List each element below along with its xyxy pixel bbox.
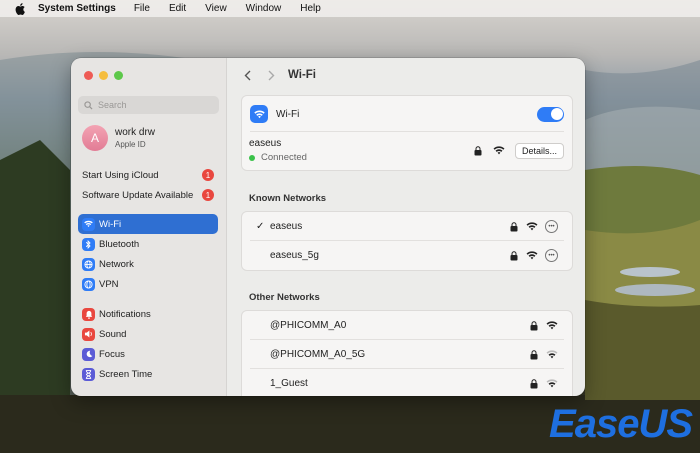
current-network-name: easeus xyxy=(249,138,282,149)
search-placeholder: Search xyxy=(98,100,127,110)
known-networks-header: Known Networks xyxy=(249,193,327,204)
checkmark-icon: ✓ xyxy=(256,221,265,232)
bell-icon xyxy=(82,307,95,321)
wifi-toggle-label: Wi-Fi xyxy=(276,108,300,120)
lock-icon xyxy=(510,250,518,260)
account-subtitle: Apple ID xyxy=(115,140,146,149)
speaker-icon xyxy=(82,327,95,341)
menu-window[interactable]: Window xyxy=(246,3,282,14)
network-name: easeus_5g xyxy=(270,250,319,261)
menu-bar: System Settings File Edit View Window He… xyxy=(0,0,700,17)
wifi-status-card: Wi-Fi easeus Connected Details... xyxy=(241,95,573,171)
chevron-right-icon xyxy=(268,70,274,80)
sidebar-item-start-using-icloud[interactable]: Start Using iCloud 1 xyxy=(78,165,218,185)
close-window-button[interactable] xyxy=(84,71,93,80)
vpn-globe-icon xyxy=(82,277,95,291)
other-networks-header: Other Networks xyxy=(249,292,320,303)
sidebar-item-label: Bluetooth xyxy=(99,238,140,250)
network-name: @PHICOMM_A0_5G xyxy=(270,349,366,360)
notification-badge: 1 xyxy=(202,169,214,181)
wifi-signal-icon xyxy=(546,321,558,330)
account-name: work drw xyxy=(115,127,156,138)
sidebar-item-label: Network xyxy=(99,258,134,270)
sidebar-item-bluetooth[interactable]: Bluetooth xyxy=(78,234,218,254)
sidebar-item-label: Software Update Available xyxy=(82,189,194,201)
lock-icon xyxy=(474,145,482,155)
more-options-icon[interactable]: ••• xyxy=(545,249,558,262)
sidebar-item-label: VPN xyxy=(99,278,119,290)
wifi-signal-icon xyxy=(493,146,505,155)
more-options-icon[interactable]: ••• xyxy=(545,220,558,233)
hourglass-icon xyxy=(82,367,95,381)
forward-button[interactable] xyxy=(264,68,278,82)
apple-id-account[interactable]: A work drw Apple ID xyxy=(82,125,155,151)
network-name: easeus xyxy=(270,221,303,232)
network-name: 1_Guest xyxy=(270,378,308,389)
network-name: @PHICOMM_A0 xyxy=(270,320,347,331)
menu-file[interactable]: File xyxy=(134,3,150,14)
page-title: Wi-Fi xyxy=(288,69,316,81)
avatar: A xyxy=(82,125,108,151)
wifi-icon xyxy=(250,105,268,123)
back-button[interactable] xyxy=(240,68,254,82)
list-item[interactable]: ✓ easeus ••• xyxy=(242,212,572,241)
wifi-toggle[interactable] xyxy=(537,106,564,122)
lock-icon xyxy=(510,221,518,231)
sidebar-item-notifications[interactable]: Notifications xyxy=(78,304,218,324)
lock-icon xyxy=(530,349,538,359)
sidebar-item-label: Start Using iCloud xyxy=(82,169,159,181)
wifi-signal-icon xyxy=(526,251,538,260)
toolbar: Wi-Fi xyxy=(227,58,585,92)
sidebar-item-label: Wi-Fi xyxy=(99,218,122,230)
easeus-watermark-logo: EaseUS xyxy=(549,402,693,447)
sidebar-item-vpn[interactable]: VPN xyxy=(78,274,218,294)
chevron-left-icon xyxy=(244,70,250,80)
settings-window: Search A work drw Apple ID Start Using i… xyxy=(71,58,585,396)
menu-app-name[interactable]: System Settings xyxy=(38,3,116,14)
sidebar-item-label: Screen Time xyxy=(99,368,153,380)
other-networks-list: @PHICOMM_A0 @PHICOMM_A0_5G 1_Guest xyxy=(241,310,573,396)
wifi-signal-icon xyxy=(546,379,558,388)
sidebar: Search A work drw Apple ID Start Using i… xyxy=(71,58,227,396)
content-pane: Wi-Fi Wi-Fi easeus Connected Details... … xyxy=(227,58,585,396)
moon-icon xyxy=(82,347,95,361)
notification-badge: 1 xyxy=(202,189,214,201)
details-button[interactable]: Details... xyxy=(514,142,564,159)
menu-view[interactable]: View xyxy=(205,3,227,14)
list-item[interactable]: 1_Guest xyxy=(242,369,572,396)
search-field[interactable]: Search xyxy=(78,96,219,114)
wifi-signal-icon xyxy=(546,350,558,359)
globe-icon xyxy=(82,257,95,271)
list-item[interactable]: @PHICOMM_A0 xyxy=(242,311,572,340)
minimize-window-button[interactable] xyxy=(99,71,108,80)
current-network-row: easeus Connected Details... xyxy=(242,132,572,169)
zoom-window-button[interactable] xyxy=(114,71,123,80)
sidebar-item-label: Notifications xyxy=(99,308,151,320)
wifi-signal-icon xyxy=(526,222,538,231)
sidebar-item-focus[interactable]: Focus xyxy=(78,344,218,364)
watermark-text: EaseUS xyxy=(549,402,693,446)
wifi-toggle-row: Wi-Fi xyxy=(242,96,572,132)
sidebar-item-sound[interactable]: Sound xyxy=(78,324,218,344)
lock-icon xyxy=(530,378,538,388)
sidebar-item-screen-time[interactable]: Screen Time xyxy=(78,364,218,384)
sidebar-item-label: Focus xyxy=(99,348,125,360)
list-item[interactable]: @PHICOMM_A0_5G xyxy=(242,340,572,369)
connection-status: Connected xyxy=(261,152,307,163)
menu-edit[interactable]: Edit xyxy=(169,3,186,14)
apple-logo-icon[interactable] xyxy=(14,2,26,15)
known-networks-list: ✓ easeus ••• easeus_5g ••• xyxy=(241,211,573,271)
bluetooth-icon xyxy=(82,237,95,251)
lock-icon xyxy=(530,320,538,330)
menu-help[interactable]: Help xyxy=(300,3,321,14)
wifi-icon xyxy=(82,217,95,231)
window-controls xyxy=(84,71,123,80)
search-icon xyxy=(84,100,93,110)
sidebar-item-software-update[interactable]: Software Update Available 1 xyxy=(78,185,218,205)
connected-status-dot xyxy=(249,154,255,161)
sidebar-item-wifi[interactable]: Wi-Fi xyxy=(78,214,218,234)
list-item[interactable]: easeus_5g ••• xyxy=(242,241,572,270)
sidebar-item-network[interactable]: Network xyxy=(78,254,218,274)
sidebar-item-label: Sound xyxy=(99,328,127,340)
